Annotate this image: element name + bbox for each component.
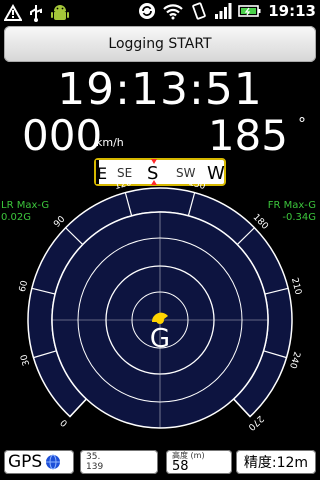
accuracy-display: 精度:12m bbox=[236, 450, 316, 474]
dial-tick bbox=[69, 398, 87, 417]
compass-label-sw: SW bbox=[176, 166, 196, 180]
lr-maxg-label: LR Max-G bbox=[1, 200, 50, 211]
accuracy-text: 精度:12m bbox=[243, 455, 309, 471]
dial-tick bbox=[65, 227, 84, 245]
lr-maxg-value: 0.02G bbox=[1, 212, 32, 223]
longitude-value: 139 bbox=[86, 462, 104, 472]
gps-status: GPS bbox=[4, 450, 74, 474]
outer-ring bbox=[27, 187, 293, 418]
compass-label-se: SE bbox=[117, 166, 132, 180]
lat-lon-display: 35. 139 bbox=[80, 450, 158, 474]
altitude-value: 58 bbox=[172, 459, 189, 474]
wifi-icon bbox=[163, 4, 184, 20]
logging-button-label: Logging START bbox=[108, 36, 212, 52]
dial-tick bbox=[264, 287, 289, 295]
compass-label-e: E bbox=[97, 164, 107, 183]
g-ring bbox=[105, 265, 215, 375]
dial-tick bbox=[31, 287, 56, 295]
fr-maxg-value: -0.34G bbox=[282, 212, 316, 223]
compass-label-s: S bbox=[147, 163, 158, 184]
latitude-value: 35. bbox=[86, 452, 101, 462]
dial-tick bbox=[263, 350, 287, 359]
heading-value: 185 bbox=[207, 111, 288, 160]
dial-tick-label: 90 bbox=[52, 214, 67, 229]
inner-disk bbox=[51, 211, 269, 429]
g-center-label: G bbox=[150, 324, 170, 354]
status-time: 19:13 bbox=[268, 2, 316, 20]
g-center-dot bbox=[156, 316, 164, 324]
lr-maxg: LR Max-G 0.02G bbox=[1, 200, 49, 224]
compass-strip: E SE S SW W bbox=[94, 158, 226, 186]
sync-icon bbox=[139, 3, 156, 19]
logging-start-button[interactable]: Logging START bbox=[4, 26, 316, 62]
dial-tick bbox=[233, 398, 251, 417]
dial-tick bbox=[33, 350, 57, 359]
dial-tick bbox=[124, 192, 133, 216]
android-icon bbox=[51, 5, 69, 20]
g-ring bbox=[131, 291, 189, 349]
dial-tick bbox=[187, 192, 196, 216]
speed-unit: km/h bbox=[96, 136, 124, 149]
fr-maxg-label: FR Max-G bbox=[267, 200, 316, 211]
status-right-icons: 19:13 bbox=[138, 2, 316, 20]
dial-tick-label: 60 bbox=[18, 279, 31, 293]
dial-tick bbox=[236, 227, 255, 245]
globe-icon bbox=[46, 454, 61, 470]
warning-icon bbox=[4, 4, 22, 21]
g-ring bbox=[77, 237, 243, 403]
signal-icon bbox=[215, 3, 232, 19]
status-bar: 19:13 bbox=[0, 0, 320, 25]
compass-label-w: W bbox=[207, 163, 225, 184]
speed-value: 000 bbox=[22, 111, 103, 160]
vibrate-icon bbox=[192, 2, 207, 20]
dial-tick-label: 30 bbox=[19, 353, 32, 367]
battery-icon bbox=[238, 5, 261, 17]
dial-tick-label: 270 bbox=[246, 413, 266, 432]
clock-display: 19:13:51 bbox=[57, 64, 263, 115]
fr-maxg: FR Max-G -0.34G bbox=[268, 200, 316, 224]
dial-tick-label: 240 bbox=[287, 350, 302, 370]
dial-tick-label: 210 bbox=[289, 277, 303, 296]
status-left-icons bbox=[4, 3, 70, 23]
gps-label: GPS bbox=[8, 452, 43, 472]
dial-tick-label: 0 bbox=[59, 417, 70, 428]
altitude-display: 高度 (m) 58 bbox=[166, 450, 232, 474]
usb-icon bbox=[30, 5, 42, 22]
g-indicator-icon bbox=[151, 312, 168, 322]
heading-unit: ° bbox=[298, 114, 306, 133]
